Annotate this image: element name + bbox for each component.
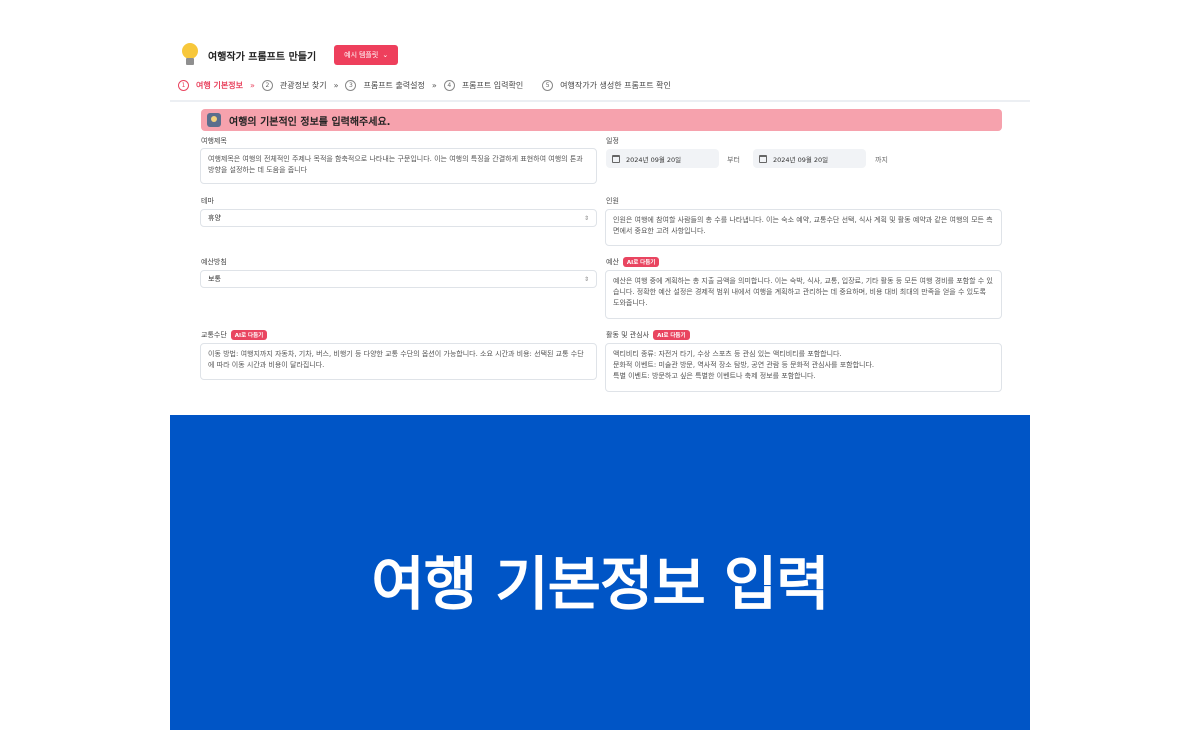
people-input[interactable]: 인원은 여행에 참여할 사람들의 총 수를 나타냅니다. 이는 숙소 예약, 교… xyxy=(605,209,1002,246)
example-template-button[interactable]: 예시 템플릿 ⌄ xyxy=(334,45,399,65)
step-number: 2 xyxy=(261,80,273,91)
calendar-icon xyxy=(612,154,620,163)
chevron-down-icon: ⌄ xyxy=(382,52,389,59)
budget-label: 예산 AI로 다듬기 xyxy=(606,257,660,267)
example-template-label: 예시 템플릿 xyxy=(344,52,379,59)
app-screenshot: 여행작가 프롬프트 만들기 예시 템플릿 ⌄ 1 여행 기본정보 » 2 관광정… xyxy=(170,30,1030,415)
traveler-icon xyxy=(207,113,221,127)
step-prompt-output[interactable]: 3 프롬프트 출력설정 xyxy=(345,80,425,91)
activities-line: 액티비티 종류: 자전거 타기, 수상 스포츠 등 관심 있는 액티비티를 포함… xyxy=(613,350,842,358)
step-prompt-check[interactable]: 4 프롬프트 입력확인 xyxy=(443,80,524,91)
step-label: 프롬프트 출력설정 xyxy=(363,81,425,90)
step-number: 5 xyxy=(542,80,554,91)
schedule-label: 일정 xyxy=(606,137,619,145)
people-label: 인원 xyxy=(606,197,619,205)
title-card-text: 여행 기본정보 입력 xyxy=(371,549,829,618)
step-separator-icon: » xyxy=(431,81,437,90)
transport-label: 교통수단 AI로 다듬기 xyxy=(201,330,268,340)
title-card: 여행 기본정보 입력 xyxy=(170,415,1030,730)
end-date-value: 2024년 09월 20일 xyxy=(773,155,829,164)
select-arrows-icon: ⇕ xyxy=(583,275,589,283)
select-arrows-icon: ⇕ xyxy=(583,214,589,222)
theme-select[interactable]: 휴양 ⇕ xyxy=(200,209,597,227)
step-basic-info[interactable]: 1 여행 기본정보 xyxy=(178,80,243,91)
budget-input[interactable]: 예산은 여행 중에 계획하는 총 지출 금액을 의미합니다. 이는 숙박, 식사… xyxy=(605,270,1002,319)
info-banner: 여행의 기본적인 정보를 입력해주세요. xyxy=(201,109,1002,131)
start-date-field[interactable]: 2024년 09월 20일 xyxy=(606,149,719,168)
budget-level-select[interactable]: 보통 ⇕ xyxy=(200,270,597,288)
step-number: 1 xyxy=(178,80,189,91)
theme-value: 휴양 xyxy=(208,214,221,222)
step-generated-prompt[interactable]: 5 여행작가가 생성한 프롬프트 확인 xyxy=(542,80,671,91)
activities-line: 문화적 이벤트: 미술관 방문, 역사적 장소 탐방, 공연 관람 등 문화적 … xyxy=(613,361,875,369)
activities-input[interactable]: 액티비티 종류: 자전거 타기, 수상 스포츠 등 관심 있는 액티비티를 포함… xyxy=(605,343,1002,392)
step-tour-info[interactable]: 2 관광정보 찾기 xyxy=(261,80,327,91)
step-separator-icon: » xyxy=(333,81,339,90)
budget-level-value: 보통 xyxy=(208,275,221,283)
ai-refine-tag[interactable]: AI로 다듬기 xyxy=(230,330,268,340)
activities-line: 특별 이벤트: 방문하고 싶은 특별한 이벤트나 축제 정보를 포함합니다. xyxy=(613,372,816,380)
end-date-field[interactable]: 2024년 09월 20일 xyxy=(753,149,866,168)
step-label: 여행 기본정보 xyxy=(196,81,243,90)
step-separator-icon: » xyxy=(249,81,255,90)
start-date-value: 2024년 09월 20일 xyxy=(626,155,682,164)
app-title: 여행작가 프롬프트 만들기 xyxy=(208,51,317,63)
trip-title-input[interactable]: 여행제목은 여행의 전체적인 주제나 목적을 함축적으로 나타내는 구문입니다.… xyxy=(200,148,597,184)
from-text: 부터 xyxy=(727,156,740,164)
step-number: 3 xyxy=(345,80,357,91)
trip-title-label: 여행제목 xyxy=(201,137,227,145)
activities-label: 활동 및 관심사 AI로 다듬기 xyxy=(606,330,690,340)
step-label: 프롬프트 입력확인 xyxy=(461,81,524,90)
to-text: 까지 xyxy=(875,156,888,164)
ai-refine-tag[interactable]: AI로 다듬기 xyxy=(622,257,660,267)
step-label: 여행작가가 생성한 프롬프트 확인 xyxy=(560,81,671,90)
step-number: 4 xyxy=(443,80,455,91)
calendar-icon xyxy=(759,154,767,163)
stepper: 1 여행 기본정보 » 2 관광정보 찾기 » 3 프롬프트 출력설정 » 4 … xyxy=(178,80,998,91)
step-label: 관광정보 찾기 xyxy=(279,81,327,90)
lightbulb-icon xyxy=(180,43,200,67)
app-header: 여행작가 프롬프트 만들기 예시 템플릿 ⌄ xyxy=(180,42,399,68)
ai-refine-tag[interactable]: AI로 다듬기 xyxy=(653,330,690,340)
header-divider xyxy=(170,100,1030,102)
budget-level-label: 예산방침 xyxy=(201,258,227,266)
banner-text: 여행의 기본적인 정보를 입력해주세요. xyxy=(229,116,391,128)
theme-label: 테마 xyxy=(201,197,214,205)
transport-input[interactable]: 이동 방법: 여행지까지 자동차, 기차, 버스, 비행기 등 다양한 교통 수… xyxy=(200,343,597,380)
